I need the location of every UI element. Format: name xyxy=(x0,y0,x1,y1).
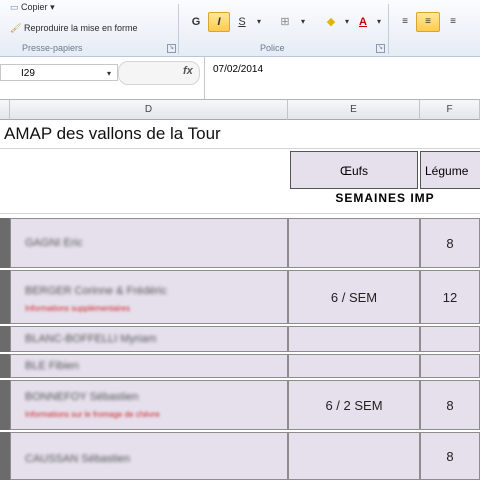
clipboard-launcher-icon[interactable]: ↘ xyxy=(167,44,176,53)
font-color-icon[interactable]: A xyxy=(352,12,374,32)
column-header-f[interactable]: F xyxy=(420,100,480,120)
eggs-cell[interactable]: 6 / SEM xyxy=(288,270,420,324)
select-all-corner[interactable] xyxy=(0,100,10,120)
ribbon: ▭ Copier ▾ 🖌 Reproduire la mise en forme… xyxy=(0,0,480,57)
row-band xyxy=(0,354,10,378)
member-name-cell[interactable]: BLE Fibien xyxy=(10,354,288,378)
gridline xyxy=(0,148,480,149)
bold-button[interactable]: G xyxy=(186,12,206,32)
font-group-label: Police xyxy=(260,43,285,53)
align-right-icon[interactable]: ≡ xyxy=(442,12,464,32)
vegetables-cell[interactable]: 8 xyxy=(420,380,480,430)
ribbon-separator xyxy=(388,4,389,54)
vegetables-cell[interactable]: 12 xyxy=(420,270,480,324)
italic-button[interactable]: I xyxy=(208,12,230,32)
member-note: Informations sur le fromage de chèvre xyxy=(25,410,160,419)
clipboard-group-label: Presse-papiers xyxy=(22,43,83,53)
row-band xyxy=(0,270,10,324)
member-name-cell[interactable]: BONNEFOY Sébastien Informations sur le f… xyxy=(10,380,288,430)
align-center-icon[interactable]: ≡ xyxy=(416,12,440,32)
column-header-e[interactable]: E xyxy=(288,100,420,120)
eggs-cell[interactable] xyxy=(288,218,420,268)
member-name: CAUSSAN Sébastien xyxy=(25,453,131,465)
copy-icon: ▭ xyxy=(10,2,19,12)
column-header-d[interactable]: D xyxy=(10,100,288,120)
paintbrush-icon: 🖌 xyxy=(10,23,22,33)
vegetables-cell[interactable]: 8 xyxy=(420,218,480,268)
eggs-cell[interactable] xyxy=(288,354,420,378)
underline-button[interactable]: S xyxy=(232,12,252,32)
member-name: BLANC-BOFFELLI Myriam xyxy=(25,333,157,345)
row-band xyxy=(0,326,10,352)
formula-input[interactable]: 07/02/2014 xyxy=(204,57,480,99)
font-color-dropdown-icon[interactable]: ▾ xyxy=(372,12,386,32)
eggs-cell[interactable] xyxy=(288,326,420,352)
header-eggs-cell[interactable]: Œufs xyxy=(290,151,418,189)
sheet-title[interactable]: AMAP des vallons de la Tour xyxy=(4,124,221,144)
insert-function-icon[interactable]: fx xyxy=(183,65,193,77)
vegetables-cell[interactable] xyxy=(420,326,480,352)
header-vegetables-cell[interactable]: Légume xyxy=(420,151,480,189)
eggs-cell[interactable] xyxy=(288,432,420,480)
vegetables-cell[interactable]: 8 xyxy=(420,432,480,480)
member-name: BONNEFOY Sébastien xyxy=(25,391,139,403)
formula-bar: I29 ▾ fx 07/02/2014 xyxy=(0,57,480,100)
copy-button[interactable]: ▭ Copier ▾ xyxy=(10,2,55,13)
format-painter-button[interactable]: 🖌 Reproduire la mise en forme xyxy=(10,23,138,34)
gridline xyxy=(0,213,480,214)
section-label[interactable]: SEMAINES IMP xyxy=(290,191,480,205)
borders-icon[interactable]: ⊞ xyxy=(274,12,296,32)
member-name-cell[interactable]: CAUSSAN Sébastien xyxy=(10,432,288,480)
row-band xyxy=(0,218,10,268)
vegetables-cell[interactable] xyxy=(420,354,480,378)
chevron-down-icon[interactable]: ▾ xyxy=(107,65,111,82)
borders-dropdown-icon[interactable]: ▾ xyxy=(296,12,310,32)
underline-dropdown-icon[interactable]: ▾ xyxy=(252,12,266,32)
eggs-cell[interactable]: 6 / 2 SEM xyxy=(288,380,420,430)
row-band xyxy=(0,380,10,430)
fill-color-icon[interactable]: ◆ xyxy=(320,12,342,32)
member-name: BERGER Corinne & Frédéric xyxy=(25,285,167,297)
member-note: Informations supplémentaires xyxy=(25,304,130,313)
font-launcher-icon[interactable]: ↘ xyxy=(376,44,385,53)
member-name-cell[interactable]: BERGER Corinne & Frédéric Informations s… xyxy=(10,270,288,324)
name-box[interactable]: I29 ▾ xyxy=(0,64,118,81)
member-name-cell[interactable]: BLANC-BOFFELLI Myriam xyxy=(10,326,288,352)
chevron-down-icon: ▾ xyxy=(50,2,55,12)
row-band xyxy=(0,432,10,480)
align-left-icon[interactable]: ≡ xyxy=(394,12,416,32)
member-name: GAGNI Eric xyxy=(25,237,83,249)
ribbon-separator xyxy=(178,4,179,54)
member-name: BLE Fibien xyxy=(25,360,79,372)
member-name-cell[interactable]: GAGNI Eric xyxy=(10,218,288,268)
